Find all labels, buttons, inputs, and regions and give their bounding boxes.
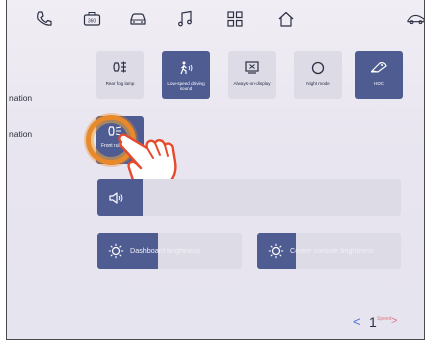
sun-icon: [268, 243, 284, 259]
speaker-icon: [109, 192, 123, 204]
volume-slider[interactable]: [97, 179, 401, 216]
apps-button[interactable]: [226, 10, 244, 28]
home-icon: [278, 11, 294, 27]
gear-sub-label: Speed: [377, 316, 392, 322]
low-speed-sound-button[interactable]: Low-speed driving sound: [162, 51, 210, 99]
sun-icon: [108, 243, 124, 259]
car-icon: [130, 13, 146, 25]
phone-icon: [37, 11, 52, 26]
rear-fog-lamp-icon: [112, 61, 128, 75]
dashboard-brightness-slider[interactable]: Dashboard brightness: [97, 233, 242, 269]
phone-button[interactable]: [35, 10, 53, 28]
music-button[interactable]: [176, 10, 194, 28]
dashboard-brightness-label: Dashboard brightness: [130, 246, 201, 255]
svg-text:360: 360: [88, 18, 97, 24]
moon-icon: [311, 61, 325, 75]
camera-360-icon: 360: [83, 12, 101, 26]
always-on-display-button[interactable]: Always-on-display: [228, 51, 276, 99]
home-button[interactable]: [277, 10, 295, 28]
center-console-brightness-label: Center console brightness: [290, 246, 374, 255]
music-icon: [178, 10, 192, 27]
night-mode-button[interactable]: Night mode: [294, 51, 342, 99]
tile-label: Rear fog lamp: [105, 81, 135, 86]
center-console-brightness-slider[interactable]: Center console brightness: [257, 233, 401, 269]
tile-label: HDC: [374, 81, 384, 86]
apps-grid-icon: [227, 11, 243, 27]
left-label: nation: [9, 93, 33, 103]
camera-360-button[interactable]: 360: [83, 10, 101, 28]
gear-next-button[interactable]: >: [391, 315, 397, 327]
hill-descent-icon: [370, 61, 388, 75]
hdc-button[interactable]: HDC: [355, 51, 403, 99]
tile-label: Night mode: [306, 81, 330, 86]
pedestrian-sound-icon: [178, 61, 194, 75]
car-side-icon: [407, 14, 424, 25]
gear-prev-button[interactable]: <: [353, 314, 361, 329]
gear-value: 1: [369, 314, 377, 330]
vehicle-button[interactable]: [129, 10, 147, 28]
left-label: nation: [9, 129, 33, 139]
tile-label: Low-speed driving sound: [167, 81, 205, 92]
screen: nation nation Rear fog lamp Low-speed dr…: [6, 0, 425, 340]
car-side-button[interactable]: [407, 10, 424, 28]
tile-label: Always-on-display: [233, 81, 271, 86]
display-icon: [245, 61, 259, 75]
rear-fog-lamp-button[interactable]: Rear fog lamp: [96, 51, 144, 99]
